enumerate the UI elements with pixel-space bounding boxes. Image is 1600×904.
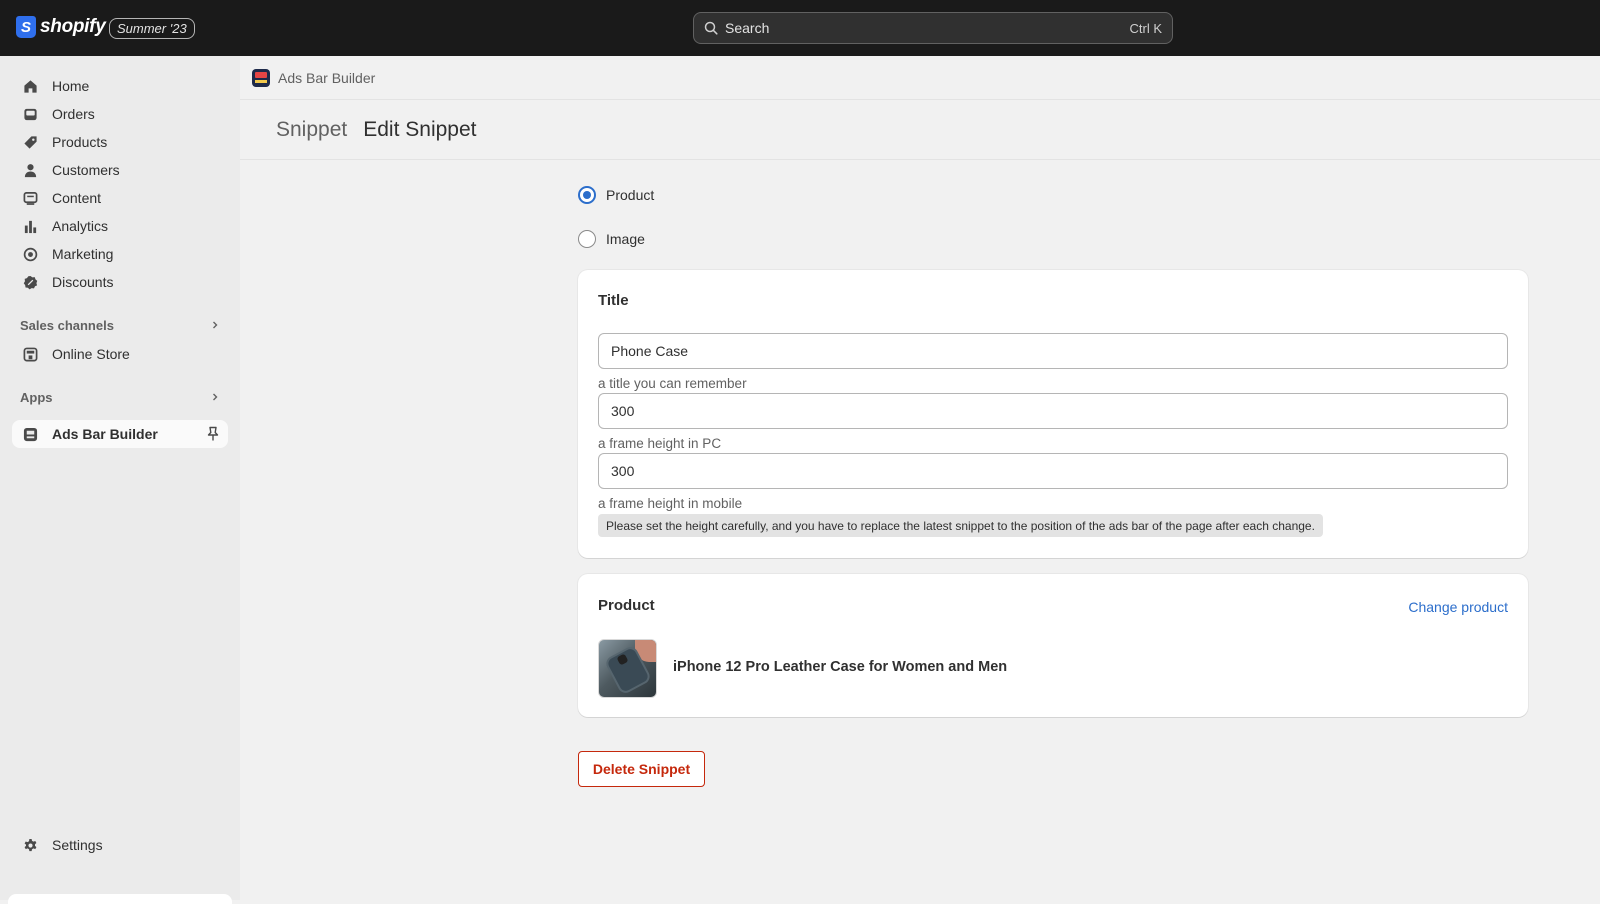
radio-option-image[interactable]: Image: [578, 230, 645, 248]
home-icon: [22, 78, 38, 94]
search-placeholder: Search: [725, 20, 770, 36]
mobile-height-input[interactable]: [598, 453, 1508, 489]
sidebar-item-label: Products: [52, 134, 108, 150]
radio-dot: [583, 191, 591, 199]
pc-height-input[interactable]: [598, 393, 1508, 429]
sidebar-item-ads-bar-builder[interactable]: Ads Bar Builder: [12, 420, 228, 448]
sidebar-item-online-store[interactable]: Online Store: [12, 340, 228, 368]
sidebar-item-discounts[interactable]: Discounts: [12, 268, 228, 296]
section-label: Apps: [20, 389, 53, 405]
card-heading: Title: [598, 292, 629, 309]
product-thumbnail: [598, 639, 657, 698]
sidebar-item-label: Marketing: [52, 246, 114, 262]
product-name: iPhone 12 Pro Leather Case for Women and…: [673, 659, 1008, 675]
sidebar-item-label: Analytics: [52, 218, 109, 234]
gear-icon: [22, 837, 38, 853]
sidebar-item-label: Orders: [52, 106, 95, 122]
pc-height-help-text: a frame height in PC: [598, 436, 722, 451]
app-header: Ads Bar Builder: [240, 56, 1600, 100]
title-input[interactable]: [598, 333, 1508, 369]
sidebar-item-analytics[interactable]: Analytics: [12, 212, 228, 240]
app-name[interactable]: Ads Bar Builder: [278, 70, 375, 86]
sidebar: Home Orders Products Customers Content A…: [0, 56, 240, 904]
ads-bar-builder-app-icon: [252, 68, 270, 87]
search-bar[interactable]: Search Ctrl K: [693, 12, 1173, 44]
product-card: Product Change product iPhone 12 Pro Lea…: [578, 574, 1528, 717]
edition-badge[interactable]: Summer '23: [109, 18, 195, 39]
tag-icon: [22, 134, 38, 150]
pin-icon[interactable]: [206, 426, 220, 445]
content-icon: [22, 190, 38, 206]
apps-heading[interactable]: Apps: [20, 387, 220, 407]
sidebar-item-label: Customers: [52, 162, 120, 178]
radio-label: Image: [606, 231, 645, 247]
search-shortcut: Ctrl K: [1129, 20, 1163, 36]
sidebar-item-orders[interactable]: Orders: [12, 100, 228, 128]
store-icon: [22, 346, 38, 362]
sales-channels-heading[interactable]: Sales channels: [20, 315, 220, 335]
title-card: Title a title you can remember a frame h…: [578, 270, 1528, 558]
sidebar-item-home[interactable]: Home: [12, 72, 228, 100]
shopify-wordmark: shopify: [40, 16, 106, 37]
sidebar-item-label: Settings: [52, 837, 103, 853]
search-icon: [704, 21, 718, 35]
person-icon: [22, 162, 38, 178]
sidebar-item-label: Discounts: [52, 274, 114, 290]
radio-button[interactable]: [578, 230, 596, 248]
sidebar-item-marketing[interactable]: Marketing: [12, 240, 228, 268]
card-heading: Product: [598, 597, 655, 614]
sidebar-item-content[interactable]: Content: [12, 184, 228, 212]
inbox-icon: [22, 106, 38, 122]
shopify-logo[interactable]: S shopify: [16, 16, 106, 38]
height-warning-note: Please set the height carefully, and you…: [598, 514, 1323, 537]
sidebar-item-customers[interactable]: Customers: [12, 156, 228, 184]
bar-chart-icon: [22, 218, 38, 234]
sidebar-item-label: Ads Bar Builder: [52, 426, 158, 442]
change-product-link[interactable]: Change product: [1408, 599, 1508, 615]
chevron-right-icon: [213, 393, 218, 401]
target-icon: [22, 246, 38, 262]
sidebar-item-settings[interactable]: Settings: [12, 831, 228, 859]
sidebar-footer-panel: [8, 894, 232, 904]
breadcrumb[interactable]: Snippet: [276, 118, 347, 142]
section-label: Sales channels: [20, 317, 114, 333]
page-header: Snippet Edit Snippet: [240, 101, 1600, 160]
chevron-right-icon: [213, 321, 218, 329]
radio-button-selected[interactable]: [578, 186, 596, 204]
sidebar-item-products[interactable]: Products: [12, 128, 228, 156]
radio-label: Product: [606, 187, 655, 203]
shopify-bag-icon: S: [16, 16, 36, 38]
page-title: Edit Snippet: [363, 118, 477, 141]
app-icon: [22, 426, 38, 442]
top-bar: S shopify Summer '23 Search Ctrl K: [0, 0, 1600, 56]
sidebar-item-label: Content: [52, 190, 102, 206]
discount-icon: [22, 274, 38, 290]
mobile-height-help-text: a frame height in mobile: [598, 496, 743, 511]
radio-option-product[interactable]: Product: [578, 186, 654, 204]
title-help-text: a title you can remember: [598, 376, 747, 391]
sidebar-item-label: Home: [52, 78, 90, 94]
sidebar-item-label: Online Store: [52, 346, 130, 362]
delete-snippet-button[interactable]: Delete Snippet: [578, 751, 705, 787]
